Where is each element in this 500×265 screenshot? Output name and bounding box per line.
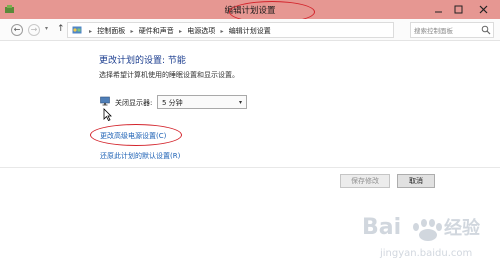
- search-box: [410, 22, 494, 38]
- address-bar: ← → ▾ ↑ ▸ 控制面板 ▸ 硬件和声音 ▸ 电源选项 ▸ 编辑计划设置 ▾…: [0, 19, 500, 41]
- maximize-icon[interactable]: [452, 3, 465, 16]
- close-icon[interactable]: [472, 3, 496, 16]
- restore-defaults-link[interactable]: 还原此计划的默认设置(R): [100, 151, 180, 161]
- back-icon[interactable]: ←: [11, 24, 23, 36]
- breadcrumb-item[interactable]: 电源选项: [187, 27, 215, 35]
- minimize-icon[interactable]: [432, 3, 445, 16]
- turn-off-display-label: 关闭显示器:: [115, 99, 153, 107]
- page-description: 选择希望计算机使用的睡眠设置和显示设置。: [99, 71, 239, 79]
- cancel-button[interactable]: 取消: [397, 174, 435, 188]
- search-icon[interactable]: [481, 25, 491, 35]
- breadcrumb[interactable]: ▸ 控制面板 ▸ 硬件和声音 ▸ 电源选项 ▸ 编辑计划设置 ▾ ⟳: [67, 22, 461, 38]
- monitor-icon: [100, 96, 110, 106]
- breadcrumb-item[interactable]: 编辑计划设置: [229, 27, 271, 35]
- page-title: 更改计划的设置: 节能: [99, 56, 186, 66]
- cursor-icon: [103, 108, 112, 121]
- svg-text:Bai: Bai: [362, 215, 401, 240]
- title-bar: 编辑计划设置: [0, 0, 500, 23]
- chevron-down-icon: ▾: [238, 99, 242, 106]
- save-button[interactable]: 保存修改: [340, 174, 390, 188]
- forward-icon[interactable]: →: [28, 24, 40, 36]
- svg-text:经验: 经验: [444, 217, 481, 239]
- breadcrumb-items: ▸ 控制面板 ▸ 硬件和声音 ▸ 电源选项 ▸ 编辑计划设置: [89, 27, 271, 35]
- link-annotation-ellipse: [90, 124, 182, 146]
- recent-pages-dropdown-icon[interactable]: ▾: [45, 25, 48, 32]
- up-icon[interactable]: ↑: [57, 24, 65, 34]
- svg-text:jingyan.baidu.com: jingyan.baidu.com: [379, 248, 472, 259]
- footer-divider: [0, 167, 500, 168]
- turn-off-display-value: 5 分钟: [162, 99, 183, 107]
- baidu-watermark-logo: Bai 经验 jingyan.baidu.com: [362, 215, 481, 259]
- search-input[interactable]: [414, 25, 478, 36]
- turn-off-display-select[interactable]: 5 分钟 ▾: [157, 95, 247, 109]
- breadcrumb-item[interactable]: 控制面板: [97, 27, 125, 35]
- control-panel-icon: [72, 26, 82, 34]
- breadcrumb-item[interactable]: 硬件和声音: [139, 27, 174, 35]
